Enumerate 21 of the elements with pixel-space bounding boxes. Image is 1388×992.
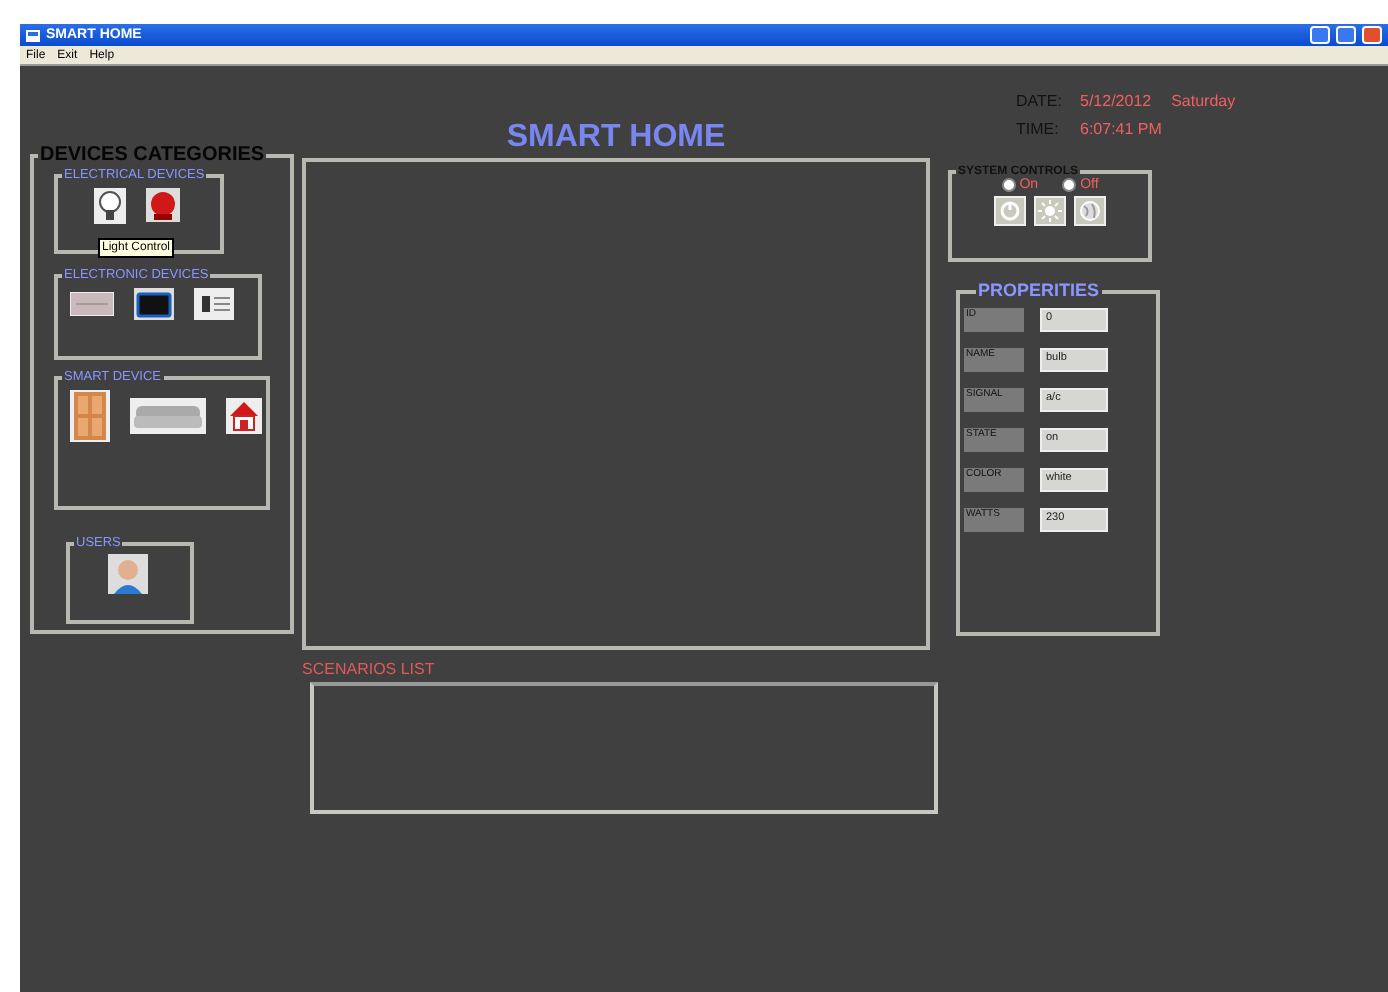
- scenarios-label: SCENARIOS LIST: [302, 662, 437, 678]
- panel-icon[interactable]: [70, 291, 114, 315]
- bell-icon[interactable]: [146, 188, 180, 222]
- minimize-button[interactable]: [1310, 26, 1330, 44]
- date-value: 5/12/2012: [1080, 94, 1152, 110]
- app-title: SMART HOME: [504, 122, 728, 158]
- tv-icon[interactable]: [134, 287, 174, 319]
- app-icon: [26, 29, 40, 41]
- frame-title: PROPERITIES: [976, 282, 1102, 300]
- document-icon[interactable]: [194, 287, 234, 319]
- frame-title: DEVICES CATEGORIES: [38, 146, 267, 166]
- user-icon[interactable]: [108, 553, 148, 593]
- close-button[interactable]: [1362, 26, 1382, 44]
- lightbulb-icon[interactable]: [94, 187, 126, 223]
- maximize-button[interactable]: [1336, 26, 1356, 44]
- radio-button[interactable]: [1062, 178, 1077, 192]
- day-value: Saturday: [1171, 94, 1236, 110]
- time-value: 6:07:41 PM: [1080, 122, 1162, 138]
- house-icon[interactable]: [226, 397, 262, 433]
- radio-button[interactable]: [1001, 178, 1016, 192]
- sofa-icon[interactable]: [130, 397, 206, 433]
